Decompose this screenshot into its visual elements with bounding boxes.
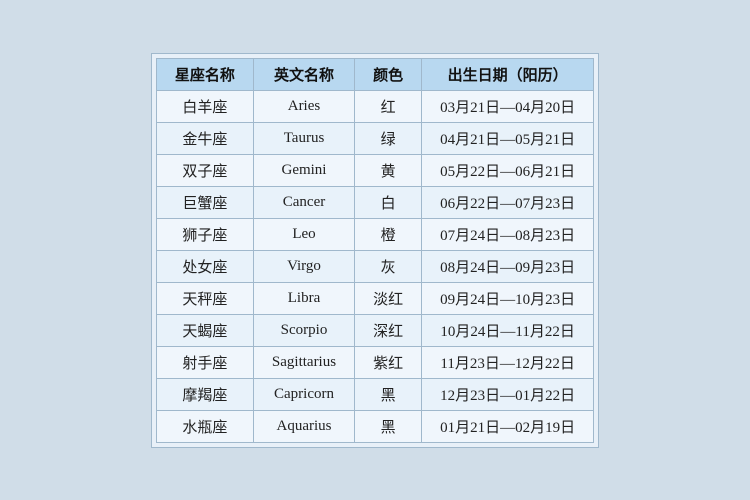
cell-color: 黄 [355, 154, 422, 186]
cell-dates: 01月21日—02月19日 [422, 410, 594, 442]
cell-english-name: Capricorn [253, 378, 354, 410]
cell-english-name: Libra [253, 282, 354, 314]
table-row: 狮子座Leo橙07月24日—08月23日 [156, 218, 593, 250]
table-row: 天秤座Libra淡红09月24日—10月23日 [156, 282, 593, 314]
cell-chinese-name: 摩羯座 [156, 378, 253, 410]
header-english-name: 英文名称 [253, 58, 354, 90]
table-row: 水瓶座Aquarius黑01月21日—02月19日 [156, 410, 593, 442]
cell-chinese-name: 狮子座 [156, 218, 253, 250]
cell-color: 紫红 [355, 346, 422, 378]
cell-english-name: Leo [253, 218, 354, 250]
cell-dates: 12月23日—01月22日 [422, 378, 594, 410]
cell-dates: 07月24日—08月23日 [422, 218, 594, 250]
cell-color: 绿 [355, 122, 422, 154]
header-color: 颜色 [355, 58, 422, 90]
cell-chinese-name: 双子座 [156, 154, 253, 186]
header-chinese-name: 星座名称 [156, 58, 253, 90]
table-row: 白羊座Aries红03月21日—04月20日 [156, 90, 593, 122]
cell-color: 灰 [355, 250, 422, 282]
table-body: 白羊座Aries红03月21日—04月20日金牛座Taurus绿04月21日—0… [156, 90, 593, 442]
table-row: 处女座Virgo灰08月24日—09月23日 [156, 250, 593, 282]
cell-color: 红 [355, 90, 422, 122]
table-row: 双子座Gemini黄05月22日—06月21日 [156, 154, 593, 186]
cell-english-name: Sagittarius [253, 346, 354, 378]
table-header-row: 星座名称 英文名称 颜色 出生日期（阳历） [156, 58, 593, 90]
cell-dates: 05月22日—06月21日 [422, 154, 594, 186]
cell-chinese-name: 射手座 [156, 346, 253, 378]
zodiac-table: 星座名称 英文名称 颜色 出生日期（阳历） 白羊座Aries红03月21日—04… [156, 58, 594, 443]
cell-color: 白 [355, 186, 422, 218]
zodiac-table-container: 星座名称 英文名称 颜色 出生日期（阳历） 白羊座Aries红03月21日—04… [151, 53, 599, 448]
table-row: 摩羯座Capricorn黑12月23日—01月22日 [156, 378, 593, 410]
cell-chinese-name: 巨蟹座 [156, 186, 253, 218]
cell-dates: 10月24日—11月22日 [422, 314, 594, 346]
cell-dates: 11月23日—12月22日 [422, 346, 594, 378]
cell-english-name: Scorpio [253, 314, 354, 346]
cell-english-name: Aquarius [253, 410, 354, 442]
cell-chinese-name: 处女座 [156, 250, 253, 282]
cell-english-name: Cancer [253, 186, 354, 218]
cell-color: 淡红 [355, 282, 422, 314]
cell-color: 橙 [355, 218, 422, 250]
cell-color: 黑 [355, 410, 422, 442]
cell-color: 深红 [355, 314, 422, 346]
table-row: 巨蟹座Cancer白06月22日—07月23日 [156, 186, 593, 218]
table-row: 天蝎座Scorpio深红10月24日—11月22日 [156, 314, 593, 346]
cell-chinese-name: 水瓶座 [156, 410, 253, 442]
table-row: 金牛座Taurus绿04月21日—05月21日 [156, 122, 593, 154]
cell-english-name: Taurus [253, 122, 354, 154]
table-row: 射手座Sagittarius紫红11月23日—12月22日 [156, 346, 593, 378]
cell-english-name: Gemini [253, 154, 354, 186]
cell-chinese-name: 金牛座 [156, 122, 253, 154]
cell-chinese-name: 白羊座 [156, 90, 253, 122]
cell-chinese-name: 天秤座 [156, 282, 253, 314]
header-dates: 出生日期（阳历） [422, 58, 594, 90]
cell-english-name: Aries [253, 90, 354, 122]
cell-chinese-name: 天蝎座 [156, 314, 253, 346]
cell-color: 黑 [355, 378, 422, 410]
cell-dates: 03月21日—04月20日 [422, 90, 594, 122]
cell-dates: 08月24日—09月23日 [422, 250, 594, 282]
cell-dates: 09月24日—10月23日 [422, 282, 594, 314]
cell-dates: 06月22日—07月23日 [422, 186, 594, 218]
cell-english-name: Virgo [253, 250, 354, 282]
cell-dates: 04月21日—05月21日 [422, 122, 594, 154]
